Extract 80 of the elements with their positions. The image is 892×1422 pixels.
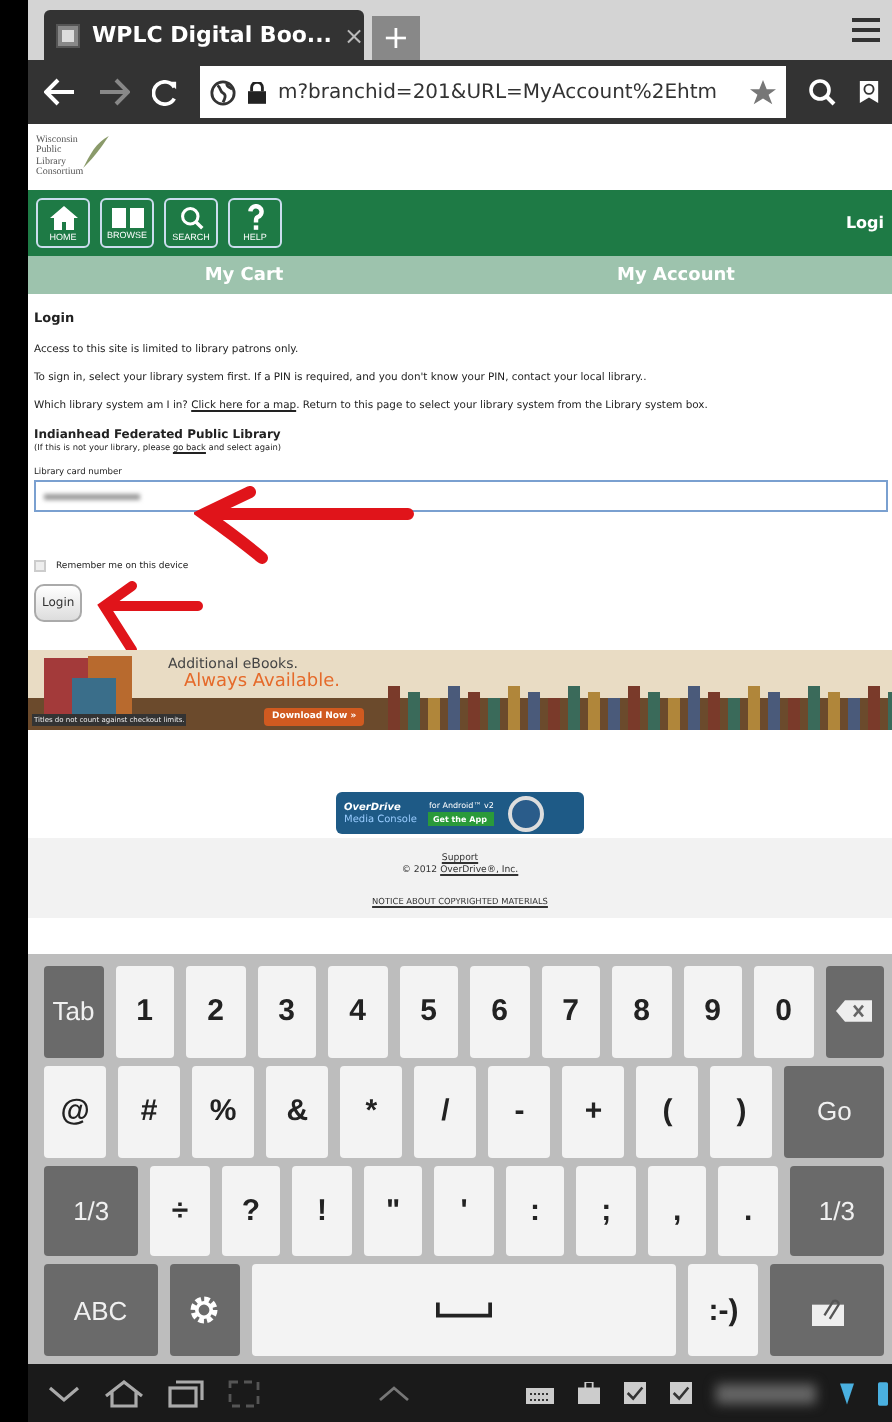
keyboard-key[interactable]: ÷	[150, 1165, 210, 1257]
hide-keyboard-icon[interactable]	[48, 1383, 80, 1403]
keyboard-key[interactable]: ?	[221, 1165, 281, 1257]
keyboard-key[interactable]: ;	[576, 1165, 636, 1257]
help-icon	[245, 204, 265, 230]
banner-tagline: Always Available.	[184, 672, 341, 692]
keyboard-key[interactable]: -	[488, 1065, 551, 1157]
keyboard-key[interactable]: 2	[186, 966, 245, 1058]
keyboard-key[interactable]: !	[292, 1165, 352, 1257]
tab-close-button[interactable]: ×	[343, 21, 365, 49]
keyboard-key[interactable]: @	[44, 1065, 107, 1157]
keyboard-key[interactable]: /	[414, 1065, 477, 1157]
keyboard-key[interactable]: 1/3	[44, 1165, 139, 1257]
keyboard-key[interactable]: *	[340, 1065, 403, 1157]
caret-icon[interactable]	[377, 1385, 409, 1401]
keyboard-key[interactable]: 1/3	[789, 1165, 885, 1257]
recent-apps-icon[interactable]	[168, 1379, 204, 1407]
keyboard-key[interactable]: :-)	[688, 1264, 759, 1356]
keyboard-key[interactable]: 3	[257, 966, 316, 1058]
backspace-key[interactable]	[825, 966, 884, 1058]
keyboard-key[interactable]: #	[118, 1065, 181, 1157]
lock-icon	[248, 81, 266, 103]
wifi-icon	[840, 1381, 854, 1405]
reload-icon[interactable]	[152, 79, 178, 105]
url-field[interactable]: m?branchid=201&URL=MyAccount%2Ehtm	[200, 66, 786, 118]
keyboard-key[interactable]: ,	[647, 1165, 707, 1257]
checkbox-icon	[670, 1382, 692, 1404]
clipboard-key[interactable]	[770, 1264, 885, 1356]
new-tab-button[interactable]: +	[372, 16, 420, 60]
url-text: m?branchid=201&URL=MyAccount%2Ehtm	[278, 81, 720, 103]
battery-icon	[878, 1379, 888, 1407]
search-icon	[179, 205, 203, 229]
keyboard-key[interactable]: 0	[754, 966, 813, 1058]
keyboard-key[interactable]: Go	[784, 1065, 884, 1157]
tab-title: WPLC Digital Boo...	[92, 22, 332, 48]
forward-icon[interactable]	[98, 78, 130, 106]
card-number-field[interactable]	[34, 480, 888, 512]
page-icon	[56, 23, 80, 47]
home-icon[interactable]	[104, 1379, 144, 1407]
keyboard-key[interactable]: 4	[328, 966, 387, 1058]
disc-icon	[505, 793, 546, 833]
star-icon[interactable]	[750, 79, 776, 105]
browser-tab[interactable]: WPLC Digital Boo... ×	[44, 10, 364, 60]
menu-icon[interactable]	[852, 16, 884, 44]
bag-icon	[578, 1382, 600, 1404]
settings-key[interactable]	[169, 1264, 240, 1356]
obscured-value	[44, 493, 140, 499]
bookmark-icon[interactable]	[858, 78, 880, 106]
keyboard-key[interactable]: 1	[115, 966, 174, 1058]
keyboard-key[interactable]: Tab	[44, 966, 103, 1058]
backspace-icon	[836, 1000, 873, 1023]
keyboard-key[interactable]: 6	[470, 966, 529, 1058]
checkbox-icon	[624, 1382, 646, 1404]
obscured-clock	[716, 1383, 816, 1403]
keyboard-key[interactable]: )	[710, 1065, 773, 1157]
globe-icon	[210, 79, 236, 105]
nav-login-link[interactable]: Logi	[845, 214, 884, 232]
keyboard-key[interactable]: 7	[541, 966, 600, 1058]
space-icon	[436, 1302, 492, 1319]
keyboard-key[interactable]: 9	[683, 966, 742, 1058]
keyboard-key[interactable]: .	[718, 1165, 778, 1257]
back-icon[interactable]	[44, 78, 76, 106]
keyboard-key[interactable]: '	[434, 1165, 494, 1257]
search-icon[interactable]	[808, 78, 836, 106]
keyboard-key[interactable]: ABC	[44, 1264, 158, 1356]
keyboard-icon	[526, 1383, 554, 1403]
keyboard-key[interactable]: &	[266, 1065, 329, 1157]
keyboard-key[interactable]: (	[636, 1065, 699, 1157]
keyboard-key[interactable]: %	[192, 1065, 255, 1157]
remember-checkbox[interactable]	[34, 560, 46, 572]
keyboard-key[interactable]: "	[363, 1165, 423, 1257]
keyboard-key[interactable]: +	[562, 1065, 625, 1157]
settings-icon	[186, 1292, 223, 1329]
keyboard-key[interactable]: 8	[612, 966, 671, 1058]
clipboard-icon	[809, 1294, 846, 1327]
home-icon	[49, 205, 77, 229]
keyboard-key[interactable]: :	[505, 1165, 565, 1257]
arrow-annotation	[96, 580, 204, 656]
book-icon	[111, 207, 143, 227]
keyboard-key[interactable]: 5	[399, 966, 458, 1058]
